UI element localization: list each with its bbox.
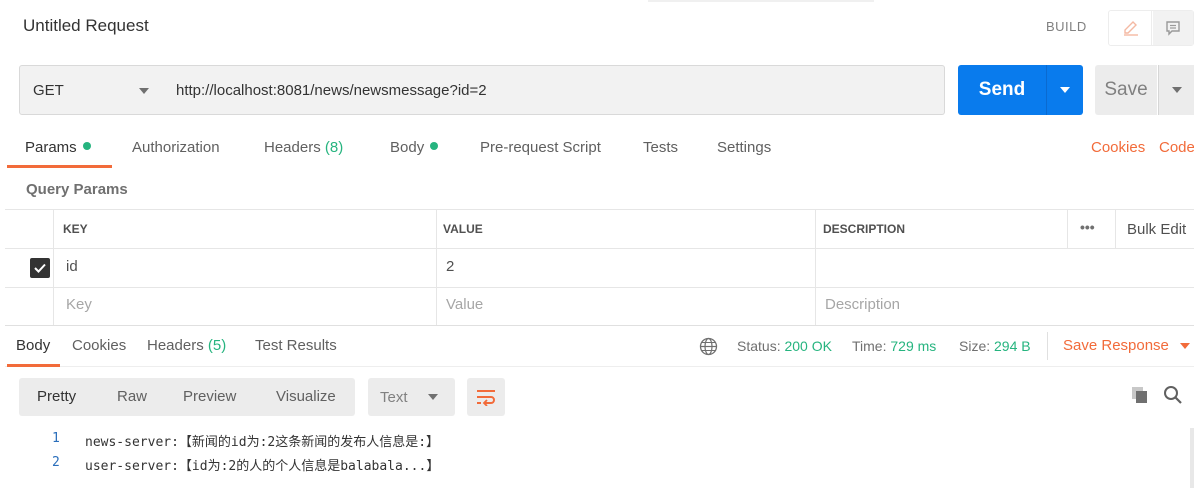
column-header-key: KEY	[63, 222, 88, 236]
param-enabled-checkbox[interactable]	[30, 258, 50, 278]
scrollbar[interactable]	[1190, 428, 1194, 488]
chevron-down-icon	[428, 394, 438, 400]
tab-count: (8)	[324, 139, 344, 156]
bulk-edit-link[interactable]: Bulk Edit	[1127, 221, 1186, 238]
status-value: 200 OK	[784, 338, 832, 354]
response-tab-headers[interactable]: Headers (5)	[147, 337, 226, 354]
indicator-dot	[430, 142, 439, 150]
new-param-description-input[interactable]: Description	[825, 296, 900, 313]
response-tabs-divider	[5, 366, 1194, 367]
more-options-icon[interactable]: •••	[1080, 219, 1095, 235]
response-tab-test-results[interactable]: Test Results	[255, 337, 337, 354]
response-line[interactable]: news-server:【新闻的id为:2这条新闻的发布人信息是:】	[85, 431, 439, 450]
size-indicator[interactable]: Size: 294 B	[959, 338, 1031, 354]
response-tab-body[interactable]: Body	[16, 337, 50, 354]
checkmark-icon	[34, 263, 46, 273]
send-options-button[interactable]	[1046, 65, 1083, 115]
new-param-key-input[interactable]: Key	[66, 296, 92, 313]
divider	[436, 210, 437, 325]
wrap-lines-button[interactable]	[467, 378, 505, 416]
new-param-value-input[interactable]: Value	[446, 296, 483, 313]
active-tab-indicator	[7, 165, 112, 168]
column-header-description: DESCRIPTION	[823, 222, 906, 236]
save-options-button[interactable]	[1158, 65, 1194, 115]
divider	[1115, 210, 1116, 248]
query-params-title: Query Params	[26, 181, 128, 198]
view-mode-visualize[interactable]: Visualize	[276, 388, 336, 405]
time-value: 729 ms	[890, 338, 937, 354]
size-label: Size:	[959, 338, 991, 354]
divider	[1047, 332, 1048, 360]
line-number: 1	[52, 431, 60, 446]
param-value-cell[interactable]: 2	[446, 258, 454, 275]
tab-label: Settings	[717, 139, 772, 156]
save-response-button[interactable]: Save Response	[1063, 337, 1169, 354]
chevron-down-icon	[1171, 87, 1182, 93]
params-table: KEY VALUE DESCRIPTION ••• Bulk Edit id 2…	[5, 209, 1194, 326]
divider	[815, 210, 816, 325]
tab-label: Tests	[643, 139, 679, 156]
format-label: Text	[380, 388, 408, 406]
response-tab-cookies[interactable]: Cookies	[72, 337, 126, 354]
chevron-down-icon	[139, 88, 149, 94]
tab-label: Pre-request Script	[480, 139, 601, 156]
divider	[1067, 210, 1068, 248]
method-select[interactable]: GET	[19, 65, 164, 115]
cookies-link[interactable]: Cookies	[1091, 139, 1145, 156]
method-label: GET	[33, 81, 64, 99]
format-select[interactable]: Text	[368, 378, 455, 416]
view-mode-raw[interactable]: Raw	[117, 388, 147, 405]
comment-icon	[1166, 21, 1180, 36]
tab-label: Body	[390, 139, 425, 156]
column-header-value: VALUE	[443, 222, 483, 236]
tab-label: Params	[25, 139, 77, 156]
time-label: Time:	[852, 338, 887, 354]
copy-icon[interactable]	[1130, 385, 1150, 405]
url-input[interactable]: http://localhost:8081/news/newsmessage?i…	[163, 65, 945, 115]
url-text: http://localhost:8081/news/newsmessage?i…	[176, 81, 487, 99]
globe-icon[interactable]	[699, 337, 718, 356]
edit-button[interactable]	[1110, 11, 1152, 45]
tab-settings[interactable]: Settings	[717, 139, 771, 156]
tab-tests[interactable]: Tests	[643, 139, 678, 156]
tab-count: (5)	[207, 337, 227, 354]
divider	[5, 248, 1194, 249]
param-key-cell[interactable]: id	[66, 258, 78, 275]
tab-params[interactable]: Params	[25, 139, 91, 156]
comments-button[interactable]	[1153, 11, 1193, 45]
view-mode-pretty[interactable]: Pretty	[37, 388, 76, 405]
response-line[interactable]: user-server:【id为:2的人的个人信息是balabala...】	[85, 455, 439, 474]
response-divider	[5, 325, 1194, 326]
size-value: 294 B	[994, 338, 1031, 354]
tab-body[interactable]: Body	[390, 139, 439, 156]
time-indicator[interactable]: Time: 729 ms	[852, 338, 936, 354]
divider	[53, 210, 54, 325]
indicator-dot	[82, 142, 91, 150]
tab-label: Headers	[264, 139, 321, 156]
tab-authorization[interactable]: Authorization	[132, 139, 220, 156]
wrap-lines-icon	[477, 390, 495, 406]
pencil-icon	[1123, 21, 1138, 36]
line-number: 2	[52, 455, 60, 470]
tab-label: Authorization	[132, 139, 220, 156]
save-button[interactable]: Save	[1095, 65, 1157, 115]
tab-label: Headers	[147, 337, 204, 354]
tab-pre-request-script[interactable]: Pre-request Script	[480, 139, 601, 156]
active-response-tab-indicator	[7, 364, 60, 367]
status-label: Status:	[737, 338, 781, 354]
chevron-down-icon	[1060, 87, 1070, 93]
top-divider	[648, 0, 874, 2]
build-mode-label[interactable]: BUILD	[1046, 19, 1087, 34]
divider	[5, 287, 1194, 288]
send-button[interactable]: Send	[958, 65, 1046, 115]
view-mode-preview[interactable]: Preview	[183, 388, 236, 405]
code-link[interactable]: Code	[1159, 139, 1194, 156]
chevron-down-icon[interactable]	[1180, 343, 1190, 349]
search-icon[interactable]	[1163, 385, 1183, 405]
request-title[interactable]: Untitled Request	[23, 16, 149, 36]
tab-headers[interactable]: Headers (8)	[264, 139, 343, 156]
status-indicator: Status: 200 OK	[737, 338, 832, 354]
